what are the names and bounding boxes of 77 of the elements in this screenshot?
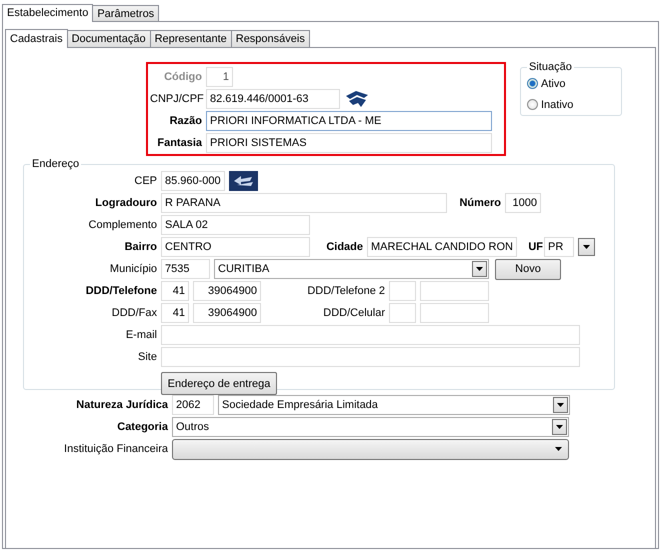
field-label: Cidade <box>325 241 363 253</box>
radio-option[interactable]: Ativo <box>527 73 621 94</box>
area-code-field[interactable]: 41 <box>161 303 189 323</box>
dropdown-button[interactable] <box>553 397 568 413</box>
website-field[interactable] <box>161 347 580 367</box>
dropdown-button[interactable] <box>472 261 487 277</box>
tab[interactable]: Estabelecimento <box>2 4 94 22</box>
tab[interactable]: Representante <box>150 30 232 47</box>
number-field[interactable]: 1000 <box>505 193 541 213</box>
caret-icon <box>555 447 562 451</box>
fax-field[interactable]: 39064900 <box>193 303 261 323</box>
city-field[interactable]: MARECHAL CANDIDO RON <box>367 237 517 257</box>
new-button[interactable]: Novo <box>495 258 561 280</box>
name-field[interactable]: PRIORI INFORMATICA LTDA - ME <box>206 111 492 131</box>
cnpj-field[interactable]: 82.619.446/0001-63 <box>206 89 340 109</box>
field-label: DDD/Fax <box>110 307 157 319</box>
radio-button[interactable] <box>527 78 538 89</box>
mobile-field[interactable] <box>420 303 489 323</box>
dropdown-value: Sociedade Empresária Limitada <box>222 399 378 411</box>
field-label: DDD/Telefone 2 <box>306 285 385 297</box>
field-label: Complemento <box>88 219 157 231</box>
bank-dropdown[interactable] <box>172 438 569 460</box>
field-label: Número <box>458 197 501 209</box>
field-label: Razão <box>168 115 202 127</box>
city-dropdown[interactable]: CURITIBA <box>214 259 489 279</box>
option-label: Inativo <box>541 98 574 110</box>
dropdown-value: Outros <box>176 421 210 433</box>
field-label: Site <box>137 351 157 363</box>
field-label: UF <box>527 241 543 253</box>
street-field[interactable]: R PARANA <box>161 193 447 213</box>
caret-icon <box>476 267 483 271</box>
state-field[interactable]: PR <box>544 237 574 257</box>
city-code-field[interactable]: 7535 <box>161 259 210 279</box>
radio-button[interactable] <box>527 99 538 110</box>
caret-icon <box>557 403 564 407</box>
tab[interactable]: Responsáveis <box>230 30 310 47</box>
caret-icon <box>556 425 563 429</box>
radio-option[interactable]: Inativo <box>527 94 621 115</box>
field-label: DDD/Telefone <box>84 285 157 297</box>
district-field[interactable]: CENTRO <box>161 237 310 257</box>
complement-field[interactable]: SALA 02 <box>161 215 310 235</box>
caret-icon <box>583 245 590 249</box>
area-code-field[interactable]: 41 <box>161 281 189 301</box>
field-label: Fantasia <box>156 137 202 149</box>
tab[interactable]: Parâmetros <box>92 5 160 21</box>
field-label: Código <box>163 71 202 83</box>
group-title: Situação <box>528 61 573 73</box>
group-title: Endereço <box>31 158 80 170</box>
tab[interactable]: Cadastrais <box>5 29 68 48</box>
arrows-icon[interactable] <box>229 171 258 191</box>
dropdown-button[interactable] <box>552 419 567 435</box>
phone-field[interactable] <box>420 281 489 301</box>
zip-field[interactable]: 85.960-000 <box>161 171 225 191</box>
category-dropdown[interactable]: Outros <box>172 417 569 437</box>
trade-name-field[interactable]: PRIORI SISTEMAS <box>206 133 492 153</box>
field-label: E-mail <box>124 329 157 341</box>
option-label: Ativo <box>541 78 566 90</box>
legal-nature-dropdown[interactable]: Sociedade Empresária Limitada <box>218 395 570 415</box>
dropdown-button[interactable] <box>578 238 595 256</box>
field-label: Instituição Financeira <box>63 443 168 455</box>
field-label: CNPJ/CPF <box>150 93 202 105</box>
delivery-address-button[interactable]: Endereço de entrega <box>161 372 277 395</box>
field-label: Natureza Jurídica <box>75 399 168 411</box>
tab[interactable]: Documentação <box>66 30 151 47</box>
field-label: Logradouro <box>94 197 157 209</box>
field-label: CEP <box>133 175 157 187</box>
phone-field[interactable]: 39064900 <box>193 281 261 301</box>
legal-code-field[interactable]: 2062 <box>172 395 214 415</box>
field-label: DDD/Celular <box>322 307 385 319</box>
field-label: Bairro <box>124 241 157 253</box>
area-code-field[interactable] <box>389 281 416 301</box>
email-field[interactable] <box>161 325 580 345</box>
dropdown-value: CURITIBA <box>218 263 270 275</box>
area-code-field[interactable] <box>389 303 416 323</box>
field-label: Categoria <box>116 421 168 433</box>
chevrons-icon[interactable] <box>344 90 370 108</box>
field-label: Município <box>108 263 157 275</box>
